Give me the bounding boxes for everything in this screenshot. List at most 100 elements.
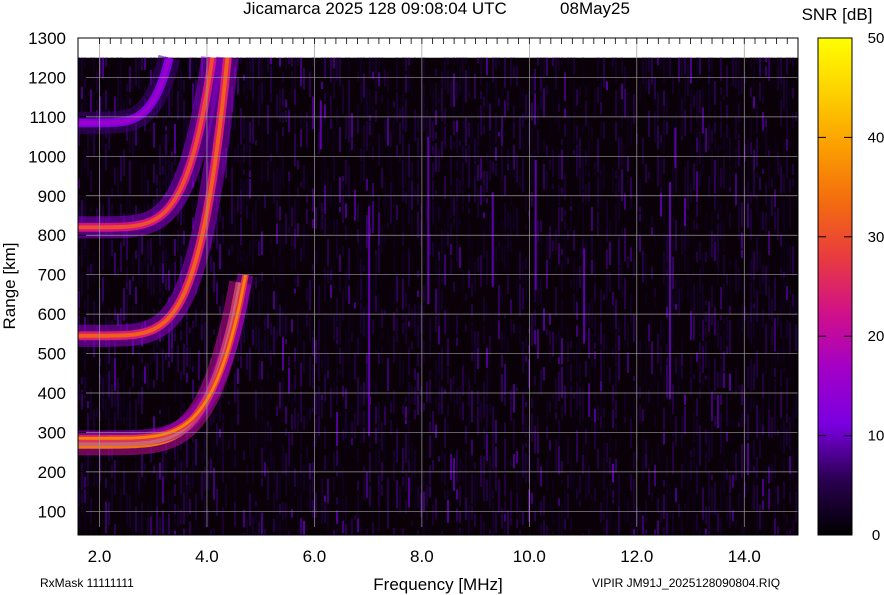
noise-streak xyxy=(603,421,605,439)
noise-streak xyxy=(573,533,575,535)
noise-streak xyxy=(165,353,167,360)
noise-streak xyxy=(252,302,254,328)
noise-streak xyxy=(375,427,377,444)
noise-streak xyxy=(597,448,599,470)
noise-streak xyxy=(507,369,509,400)
noise-streak xyxy=(786,228,788,258)
noise-streak xyxy=(291,207,293,227)
noise-streak xyxy=(174,124,176,155)
noise-streak xyxy=(642,194,644,222)
noise-streak xyxy=(687,191,689,210)
noise-streak xyxy=(243,169,245,175)
noise-streak xyxy=(432,411,434,433)
noise-streak xyxy=(516,519,518,529)
noise-streak xyxy=(129,160,131,195)
noise-streak xyxy=(549,500,551,513)
noise-streak xyxy=(291,229,293,234)
noise-streak xyxy=(264,424,266,455)
noise-streak xyxy=(378,449,380,463)
noise-streak xyxy=(621,100,623,130)
noise-streak xyxy=(705,300,707,306)
noise-streak xyxy=(138,473,140,493)
noise-streak xyxy=(570,341,572,348)
noise-streak xyxy=(582,424,584,440)
noise-streak xyxy=(342,184,344,191)
noise-streak xyxy=(453,458,455,491)
noise-streak xyxy=(576,488,578,500)
noise-streak xyxy=(453,120,455,136)
noise-streak xyxy=(294,112,296,129)
noise-streak xyxy=(735,173,737,206)
noise-streak xyxy=(474,138,476,165)
noise-streak xyxy=(345,203,347,218)
noise-streak xyxy=(168,233,170,267)
noise-streak xyxy=(525,443,527,447)
noise-streak xyxy=(84,251,86,257)
noise-streak xyxy=(789,99,791,111)
noise-streak xyxy=(327,370,329,379)
noise-streak xyxy=(651,227,653,236)
noise-streak xyxy=(390,195,392,224)
noise-streak xyxy=(468,156,470,188)
noise-streak xyxy=(336,529,338,535)
noise-streak xyxy=(453,141,455,149)
noise-streak xyxy=(627,156,629,172)
noise-streak xyxy=(441,531,443,535)
noise-streak xyxy=(687,493,689,524)
noise-streak xyxy=(462,529,464,535)
noise-streak xyxy=(363,382,365,406)
noise-streak xyxy=(249,437,251,458)
noise-streak xyxy=(291,383,293,393)
noise-streak xyxy=(705,506,707,525)
noise-streak xyxy=(483,264,485,290)
noise-streak xyxy=(615,170,617,179)
noise-streak xyxy=(96,407,98,418)
noise-streak xyxy=(558,330,560,341)
noise-streak xyxy=(447,490,449,501)
noise-streak xyxy=(729,474,731,494)
noise-streak xyxy=(336,339,338,344)
noise-streak xyxy=(312,188,314,212)
noise-streak xyxy=(615,515,617,535)
noise-streak xyxy=(333,156,335,181)
noise-streak xyxy=(735,57,737,90)
noise-streak xyxy=(666,281,668,303)
noise-streak xyxy=(735,92,737,113)
noise-streak xyxy=(144,177,146,204)
noise-streak xyxy=(324,504,326,523)
noise-streak xyxy=(405,499,407,514)
noise-streak xyxy=(555,333,557,344)
noise-streak xyxy=(693,411,695,443)
noise-streak xyxy=(324,268,326,302)
noise-streak xyxy=(213,329,215,336)
noise-streak xyxy=(450,257,452,275)
noise-streak xyxy=(750,459,752,469)
noise-streak xyxy=(294,491,296,497)
noise-streak xyxy=(657,57,659,66)
noise-streak xyxy=(408,381,410,414)
noise-streak xyxy=(681,216,683,225)
noise-streak xyxy=(105,143,107,171)
noise-streak xyxy=(741,384,743,406)
noise-streak xyxy=(756,457,758,479)
noise-streak xyxy=(687,57,689,63)
noise-streak xyxy=(300,362,302,387)
noise-streak xyxy=(312,270,314,289)
noise-streak xyxy=(243,143,245,163)
noise-streak xyxy=(300,182,302,188)
noise-streak xyxy=(348,165,350,199)
noise-streak xyxy=(240,108,242,117)
noise-streak xyxy=(294,347,296,362)
noise-streak xyxy=(438,352,440,375)
noise-streak xyxy=(681,285,683,303)
noise-streak xyxy=(459,385,461,419)
noise-streak xyxy=(789,124,791,154)
noise-streak xyxy=(624,157,626,176)
noise-streak xyxy=(621,57,623,77)
noise-streak xyxy=(180,82,182,102)
noise-streak xyxy=(327,57,329,78)
noise-streak xyxy=(681,507,683,519)
noise-streak xyxy=(357,494,359,517)
noise-streak xyxy=(108,285,110,292)
noise-streak xyxy=(486,302,488,318)
